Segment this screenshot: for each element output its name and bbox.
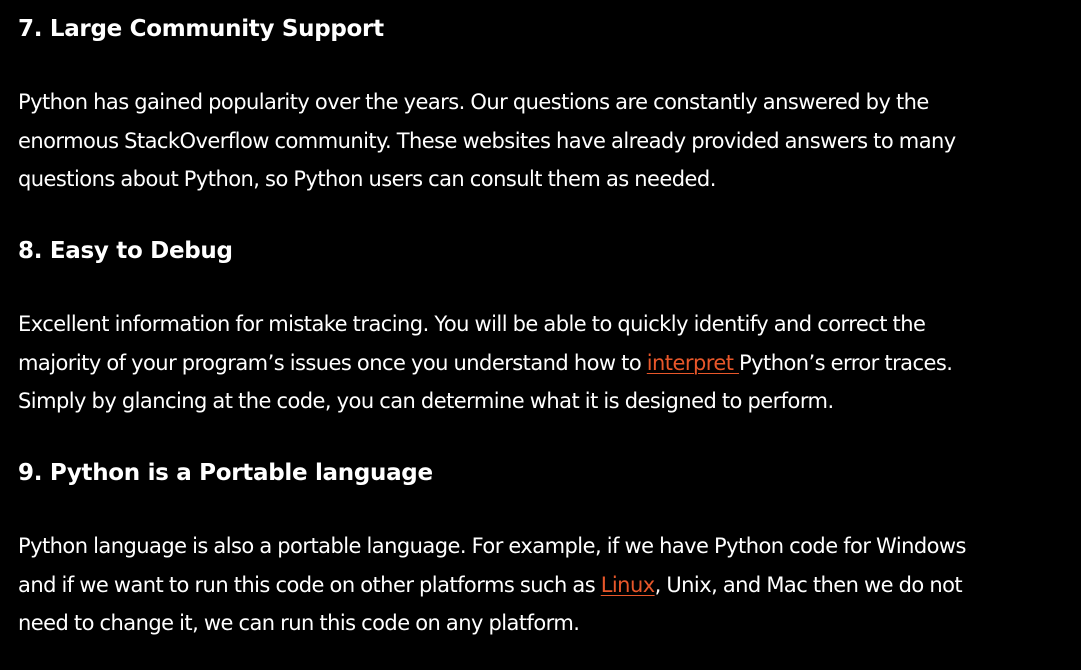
paragraph-line: need to change it, we can run this code … <box>18 611 580 635</box>
section-heading-portable-language: 9. Python is a Portable language <box>18 460 433 486</box>
paragraph-line: Excellent information for mistake tracin… <box>18 312 926 336</box>
paragraph-line: Simply by glancing at the code, you can … <box>18 389 834 413</box>
section-heading-easy-to-debug: 8. Easy to Debug <box>18 238 233 264</box>
paragraph-line: Python has gained popularity over the ye… <box>18 90 929 114</box>
paragraph-text: , Unix, and Mac then we do not <box>654 572 963 597</box>
section-paragraph-portable-language: Python language is also a portable langu… <box>18 527 967 643</box>
paragraph-line: questions about Python, so Python users … <box>18 167 716 191</box>
linux-link[interactable]: Linux <box>601 573 655 597</box>
paragraph-line: Python language is also a portable langu… <box>18 534 967 558</box>
section-heading-community-support: 7. Large Community Support <box>18 16 384 42</box>
interpret-link[interactable]: interpret <box>647 351 739 375</box>
paragraph-text: and if we want to run this code on other… <box>18 572 601 597</box>
section-paragraph-easy-to-debug: Excellent information for mistake tracin… <box>18 305 953 421</box>
section-paragraph-community-support: Python has gained popularity over the ye… <box>18 83 956 199</box>
paragraph-line: enormous StackOverflow community. These … <box>18 128 956 153</box>
paragraph-text: majority of your program’s issues once y… <box>18 350 647 375</box>
paragraph-text: Python’s error traces. <box>739 350 953 375</box>
